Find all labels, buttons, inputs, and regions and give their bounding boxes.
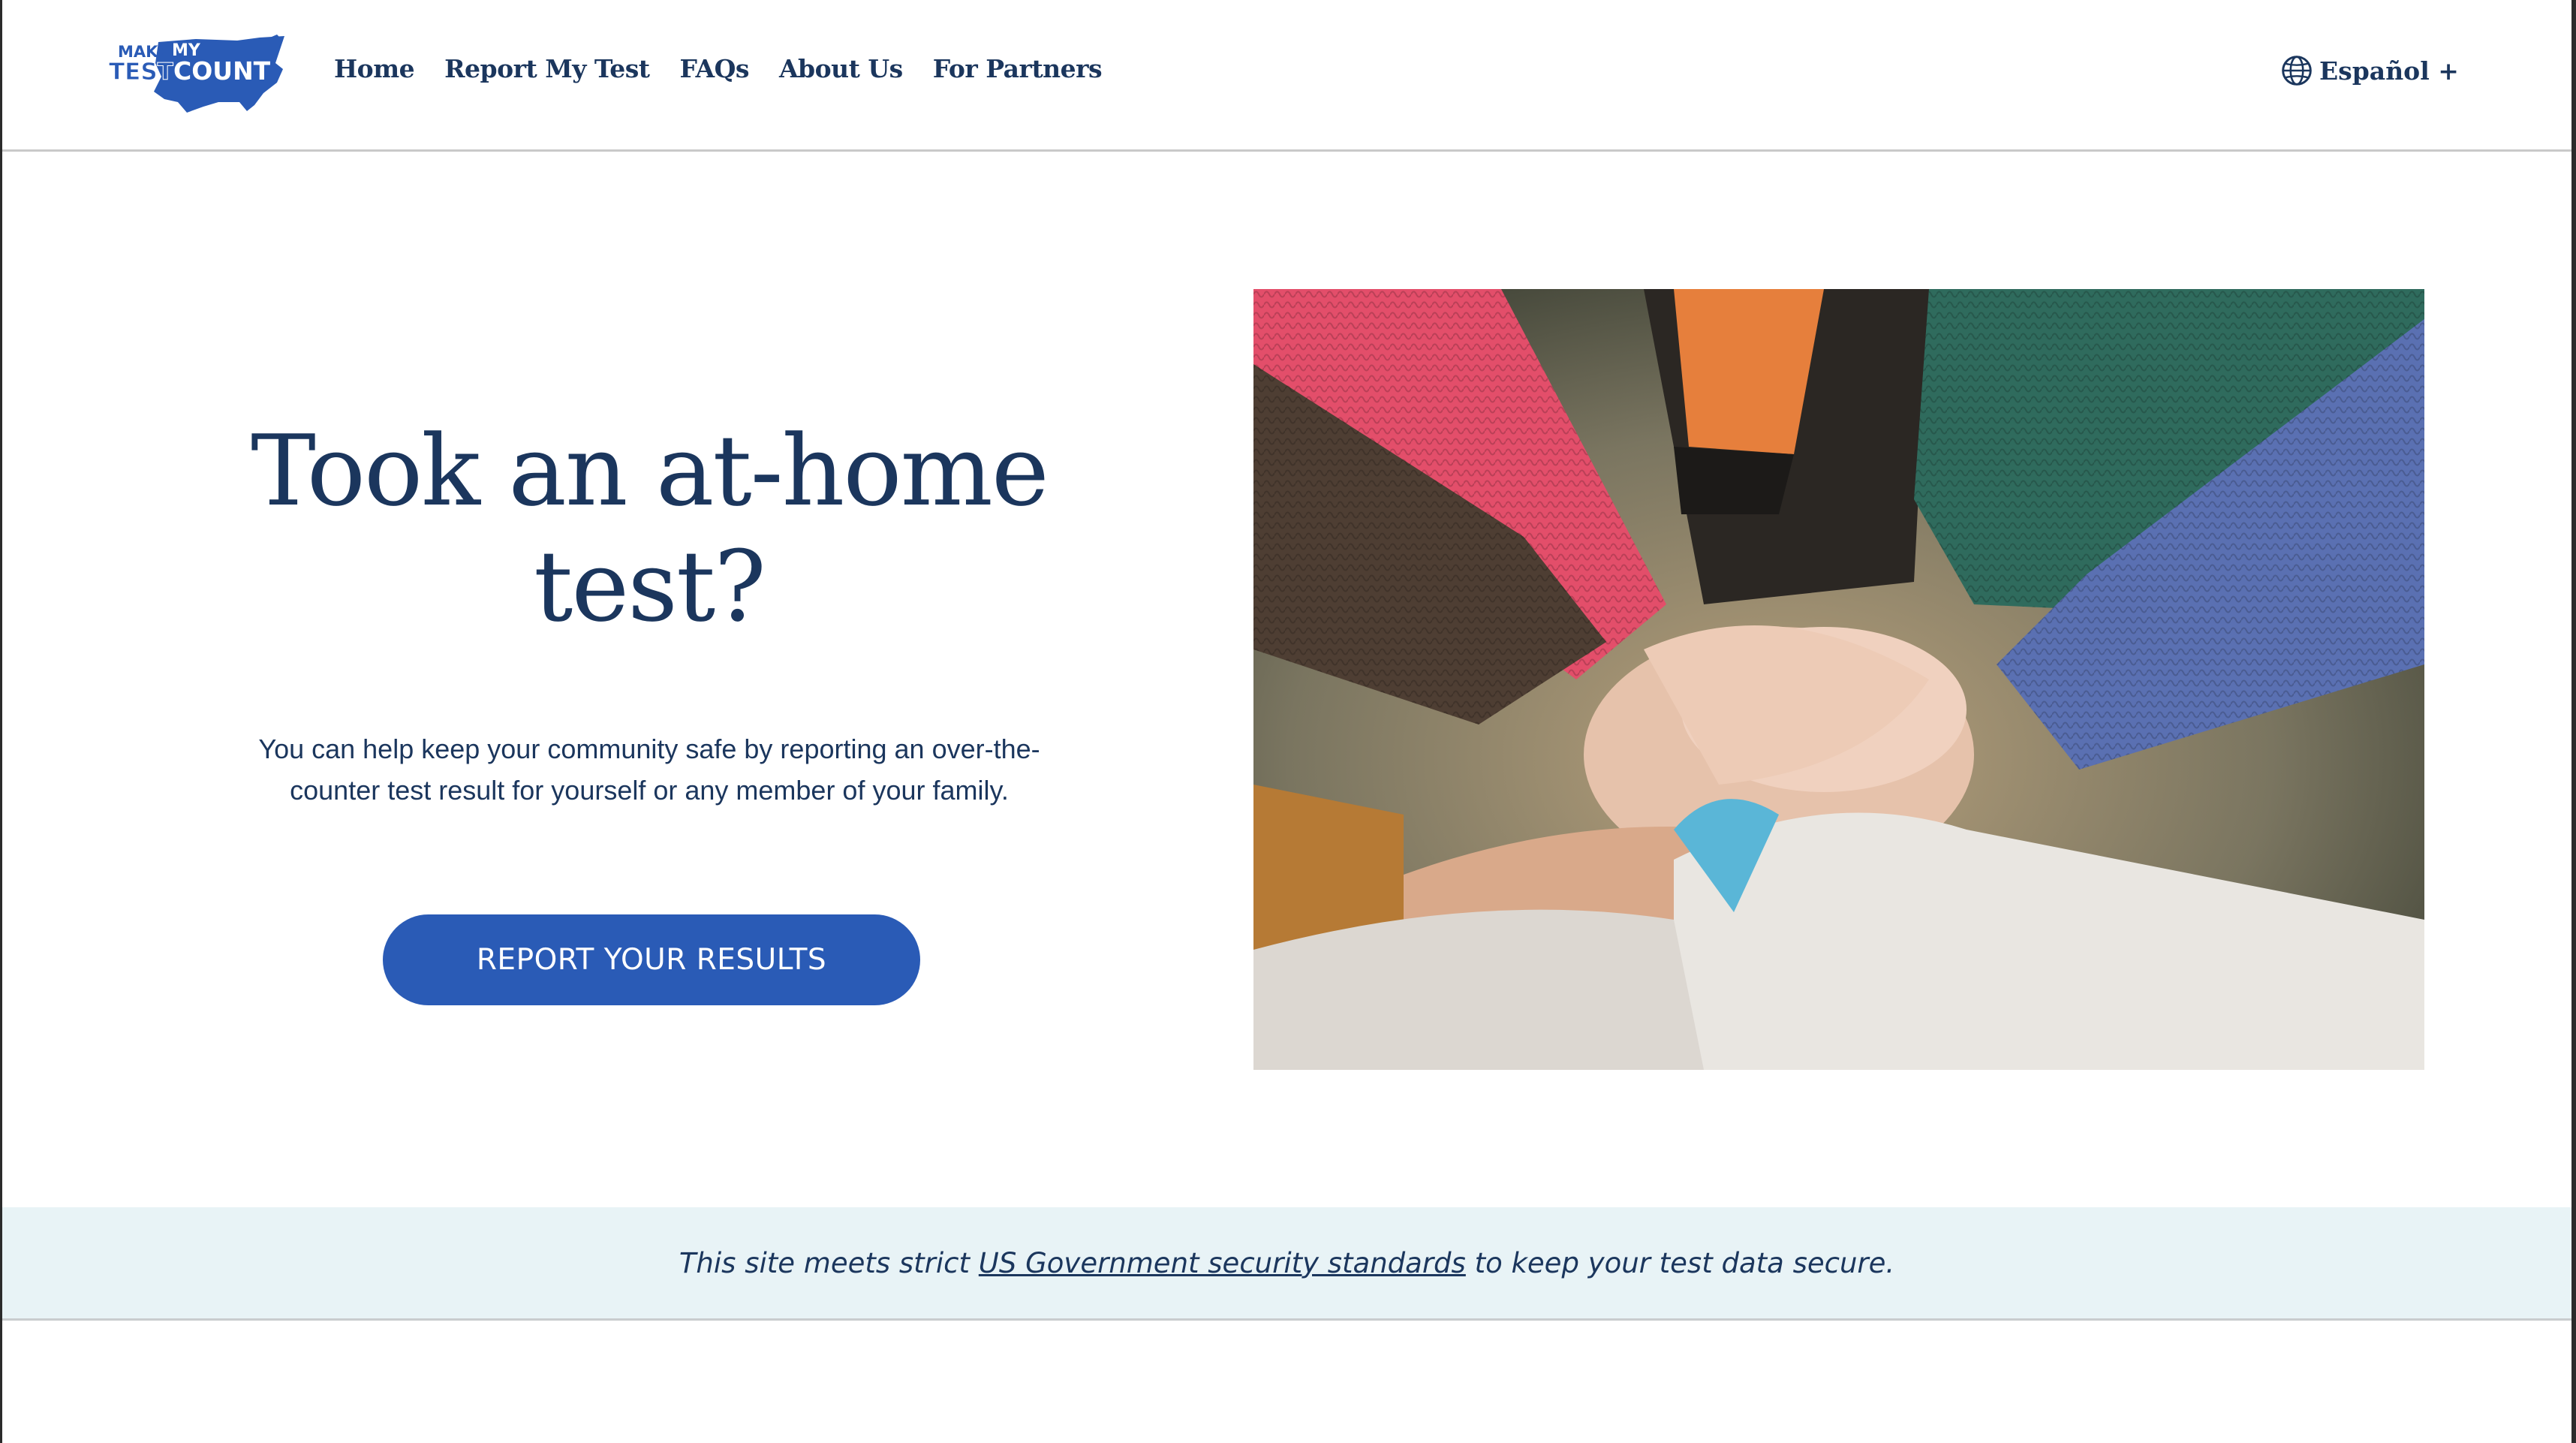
- banner-suffix-text: to keep your test data secure.: [1465, 1246, 1895, 1279]
- svg-text:TEST: TEST: [109, 59, 173, 86]
- nav-about-us[interactable]: About Us: [779, 54, 903, 83]
- hero-title: Took an at-home test?: [180, 413, 1118, 644]
- svg-text:COUNT: COUNT: [173, 56, 271, 86]
- report-your-results-button[interactable]: REPORT YOUR RESULTS: [383, 914, 920, 1005]
- make-my-test-count-logo[interactable]: MAKE MY TEST COUNT: [106, 33, 290, 116]
- hero-title-line2: test?: [534, 529, 766, 643]
- globe-icon: [2282, 56, 2312, 86]
- nav-faqs[interactable]: FAQs: [680, 54, 750, 83]
- language-switcher[interactable]: Español +: [2280, 54, 2459, 87]
- nav-report-my-test[interactable]: Report My Test: [444, 54, 650, 83]
- hands-together-photo: [1253, 289, 2424, 1070]
- language-label: Español +: [2319, 56, 2459, 86]
- banner-prefix-text: This site meets strict: [679, 1246, 979, 1279]
- nav-home[interactable]: Home: [334, 54, 415, 83]
- hero-title-line1: Took an at-home: [251, 414, 1049, 528]
- security-standards-link[interactable]: US Government security standards: [979, 1247, 1466, 1279]
- nav-for-partners[interactable]: For Partners: [933, 54, 1103, 83]
- main-nav: Home Report My Test FAQs About Us For Pa…: [334, 54, 1132, 83]
- site-header: MAKE MY TEST COUNT Home Report My Test F…: [2, 0, 2571, 152]
- security-banner: This site meets strict US Government sec…: [2, 1207, 2571, 1321]
- usa-map-logo-icon: MAKE MY TEST COUNT: [109, 35, 284, 113]
- hero-description: You can help keep your community safe by…: [258, 734, 1040, 806]
- window-frame-right: [2571, 0, 2576, 1443]
